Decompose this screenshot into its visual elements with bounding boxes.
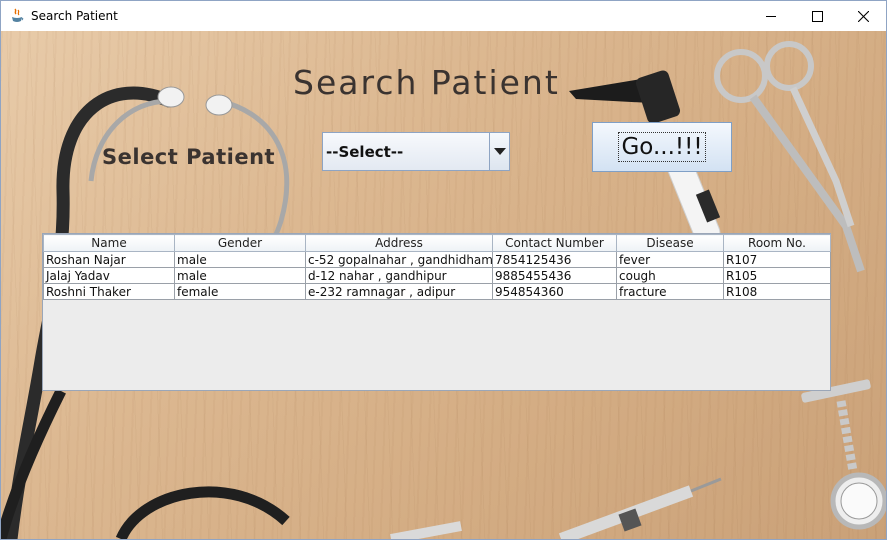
table-cell[interactable]: 7854125436	[492, 251, 617, 268]
minimize-button[interactable]	[748, 1, 794, 31]
window-title: Search Patient	[31, 9, 118, 23]
table-cell[interactable]: fracture	[616, 283, 724, 300]
table-cell[interactable]: c-52 gopalnahar , gandhidham	[305, 251, 493, 268]
page-title: Search Patient	[293, 63, 560, 102]
java-icon	[9, 8, 25, 24]
title-bar[interactable]: Search Patient	[1, 1, 886, 31]
table-cell[interactable]: Jalaj Yadav	[43, 267, 175, 284]
table-cell[interactable]: male	[174, 251, 306, 268]
table-cell[interactable]: female	[174, 283, 306, 300]
chevron-down-icon	[493, 148, 506, 155]
patient-table[interactable]: Name Gender Address Contact Number Disea…	[42, 233, 831, 391]
table-row[interactable]: Jalaj Yadav male d-12 nahar , gandhipur …	[43, 267, 831, 284]
table-cell[interactable]: 954854360	[492, 283, 617, 300]
column-header-name[interactable]: Name	[43, 234, 175, 252]
table-cell[interactable]: R108	[723, 283, 831, 300]
table-cell[interactable]: fever	[616, 251, 724, 268]
table-header-row: Name Gender Address Contact Number Disea…	[43, 234, 831, 252]
maximize-icon	[811, 10, 823, 22]
close-icon	[857, 10, 869, 22]
app-window: Search Patient Search Patient Select Pat…	[0, 0, 887, 540]
content-panel: Search Patient Select Patient --Select--…	[1, 31, 886, 539]
table-cell[interactable]: R105	[723, 267, 831, 284]
dropdown-arrow-button[interactable]	[489, 133, 509, 170]
column-header-room-no[interactable]: Room No.	[723, 234, 831, 252]
table-row[interactable]: Roshni Thaker female e-232 ramnagar , ad…	[43, 283, 831, 300]
column-header-disease[interactable]: Disease	[616, 234, 724, 252]
table-cell[interactable]: male	[174, 267, 306, 284]
close-button[interactable]	[840, 1, 886, 31]
table-cell[interactable]: d-12 nahar , gandhipur	[305, 267, 493, 284]
table-cell[interactable]: e-232 ramnagar , adipur	[305, 283, 493, 300]
column-header-contact-number[interactable]: Contact Number	[492, 234, 617, 252]
column-header-address[interactable]: Address	[305, 234, 493, 252]
minimize-icon	[765, 15, 776, 17]
patient-select-value: --Select--	[326, 142, 404, 161]
table-row[interactable]: Roshan Najar male c-52 gopalnahar , gand…	[43, 251, 831, 268]
table-cell[interactable]: 9885455436	[492, 267, 617, 284]
column-header-gender[interactable]: Gender	[174, 234, 306, 252]
select-patient-label: Select Patient	[102, 145, 276, 169]
go-button[interactable]: Go...!!!	[592, 122, 732, 172]
table-cell[interactable]: Roshni Thaker	[43, 283, 175, 300]
go-button-label: Go...!!!	[618, 132, 706, 162]
table-cell[interactable]: Roshan Najar	[43, 251, 175, 268]
patient-select-dropdown[interactable]: --Select--	[322, 132, 510, 171]
maximize-button[interactable]	[794, 1, 840, 31]
table-cell[interactable]: R107	[723, 251, 831, 268]
table-cell[interactable]: cough	[616, 267, 724, 284]
